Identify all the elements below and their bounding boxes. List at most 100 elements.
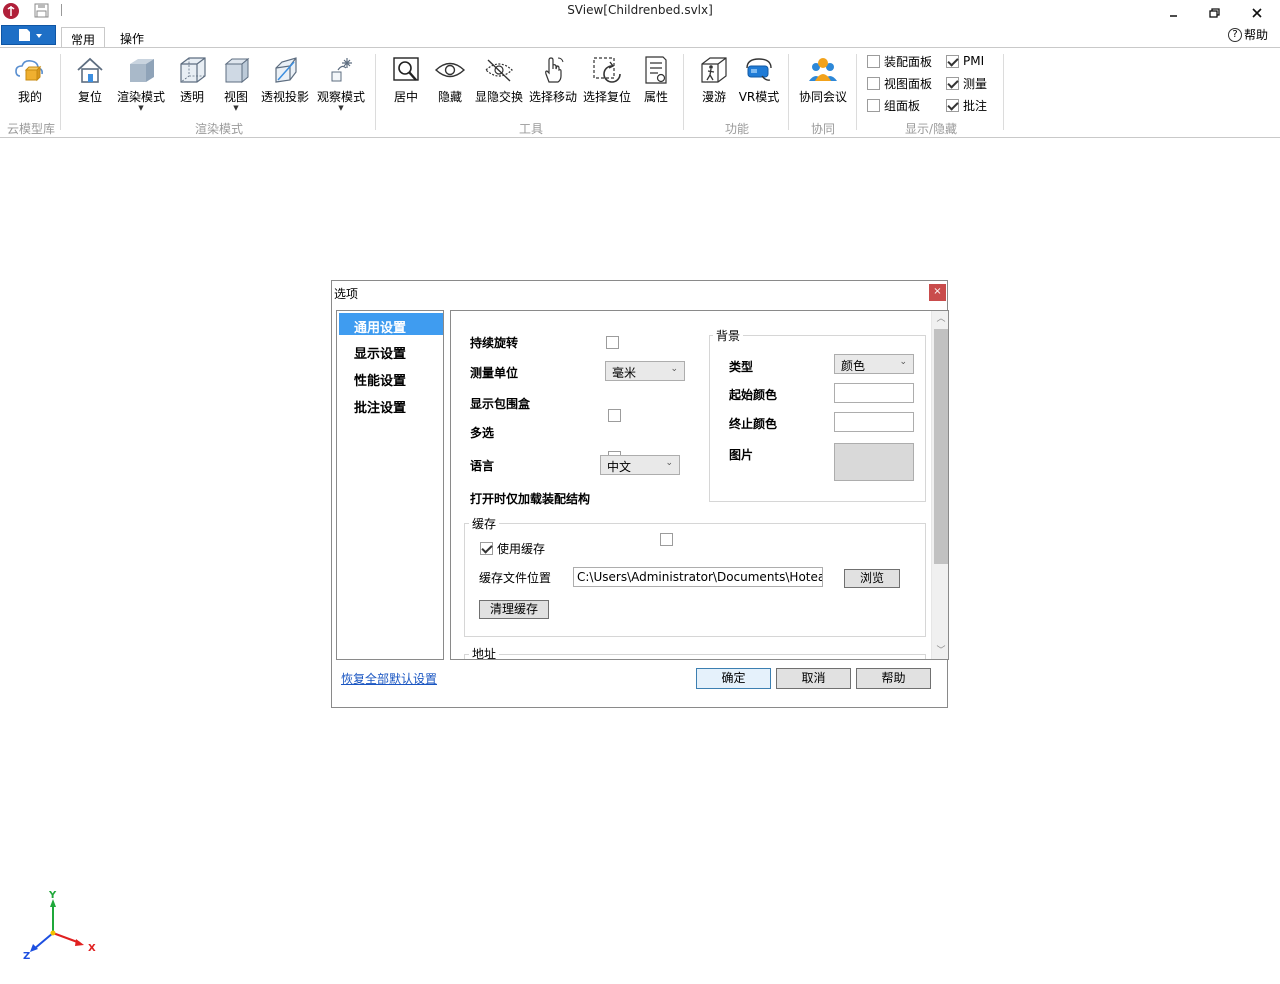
observe-mode-button[interactable]: 观察模式 ▼ [314,54,368,114]
nav-display-settings[interactable]: 显示设置 [339,339,443,362]
view-button[interactable]: 视图 ▼ [214,54,258,114]
checkbox[interactable] [867,54,880,68]
render-mode-button[interactable]: 渲染模式 ▼ [114,54,168,114]
nav-general-settings[interactable]: 通用设置 [339,313,443,336]
checkbox-checked[interactable] [946,98,959,112]
select-reset-button[interactable]: 选择复位 [580,54,634,114]
properties-icon [645,56,667,84]
use-cache-toggle[interactable]: 使用缓存 [480,540,545,556]
measure-unit-value: 毫米 [612,366,637,380]
ribbon-button-label: 视图 [223,90,248,104]
select-move-button[interactable]: 选择移动 [526,54,580,114]
ok-button[interactable]: 确定 [696,668,771,689]
axis-z-label: Z [23,951,31,962]
checkbox-checked[interactable] [946,76,959,90]
transparent-button[interactable]: 透明 [170,54,214,114]
perspective-icon [275,57,297,83]
minimize-button[interactable] [1160,4,1188,22]
toggle-annotation[interactable]: 批注 [946,97,987,113]
tab-operations[interactable]: 操作 [111,27,153,48]
options-dialog: 选项 × 通用设置 显示设置 性能设置 批注设置 持续旋转 测量单位 毫米 ⌄ … [331,280,949,708]
ribbon-button-label: 协同会议 [798,90,847,104]
restore-button[interactable] [1200,4,1228,22]
language-select[interactable]: 中文 ⌄ [600,455,680,475]
ribbon-button-label: 隐藏 [437,90,462,104]
browse-button[interactable]: 浏览 [844,569,900,588]
group-label-collab: 协同 [810,122,835,136]
toggle-label: 组面板 [884,98,921,113]
toggle-group-panel[interactable]: 组面板 [867,97,920,113]
toggle-view-panel[interactable]: 视图面板 [867,75,932,91]
show-bbox-checkbox[interactable] [608,409,621,422]
hide-button[interactable]: 隐藏 [428,54,472,114]
dialog-close-button[interactable]: × [929,284,946,301]
vr-headset-icon [746,58,772,81]
nav-performance-settings[interactable]: 性能设置 [339,366,443,389]
my-cloud-button[interactable]: 我的 [6,54,54,114]
dropdown-caret-icon[interactable]: ▼ [214,105,258,112]
help-question-icon: ? [1227,27,1242,42]
observe-mode-icon [331,58,352,82]
scroll-up-arrow-icon[interactable]: ︿ [932,311,948,327]
bg-start-color-label: 起始颜色 [729,388,778,402]
measure-unit-select[interactable]: 毫米 ⌄ [605,361,685,381]
ribbon-button-label: 选择移动 [528,90,577,104]
toggle-measure[interactable]: 测量 [946,75,987,91]
properties-button[interactable]: 属性 [634,54,678,114]
eye-swap-icon [485,59,513,82]
checkbox[interactable] [867,76,880,90]
select-reset-icon [593,57,621,83]
meeting-users-icon [809,58,837,81]
bg-start-color-swatch[interactable] [834,383,914,403]
multi-select-label: 多选 [470,426,495,440]
vertical-scrollbar[interactable]: ︿ ﹀ [931,311,948,659]
toggle-label: 视图面板 [884,76,933,91]
bg-end-color-swatch[interactable] [834,412,914,432]
chevron-down-icon: ⌄ [665,458,673,468]
dialog-help-button[interactable]: 帮助 [856,668,931,689]
cache-legend: 缓存 [469,515,500,532]
tab-common[interactable]: 常用 [61,27,106,49]
scroll-thumb[interactable] [934,329,948,564]
file-menu-button[interactable] [1,25,56,45]
bg-type-label: 类型 [729,360,754,374]
close-button[interactable] [1243,4,1271,22]
group-divider [1003,54,1004,130]
center-button[interactable]: 居中 [384,54,428,114]
cancel-button[interactable]: 取消 [776,668,851,689]
help-link[interactable]: ? 帮助 [1227,26,1268,43]
group-label-render: 渲染模式 [194,122,243,136]
language-label: 语言 [470,459,495,473]
toggle-label: 装配面板 [884,54,933,69]
checkbox-checked[interactable] [946,54,959,68]
show-bbox-label: 显示包围盒 [470,397,531,411]
bg-image-label: 图片 [729,448,754,462]
dropdown-caret-icon[interactable]: ▼ [114,105,168,112]
file-doc-icon [19,29,42,41]
axis-triad: Y X Z [18,885,108,973]
visibility-swap-button[interactable]: 显隐交换 [472,54,526,114]
meeting-button[interactable]: 协同会议 [796,54,850,114]
eye-icon [434,62,466,78]
use-cache-checkbox[interactable] [480,541,493,555]
bg-end-color-label: 终止颜色 [729,417,778,431]
walkthrough-button[interactable]: 漫游 [692,54,736,114]
nav-annotation-settings[interactable]: 批注设置 [339,393,443,416]
bg-type-value: 颜色 [841,359,866,373]
perspective-button[interactable]: 透视投影 [258,54,312,114]
toggle-pmi[interactable]: PMI [946,53,984,69]
reset-button[interactable]: 复位 [68,54,112,114]
cache-location-input[interactable]: C:\Users\Administrator\Documents\Hotear [573,567,823,587]
dropdown-caret-icon[interactable]: ▼ [314,105,368,112]
vr-mode-button[interactable]: VR模式 [736,54,782,114]
bg-type-select[interactable]: 颜色 ⌄ [834,354,914,374]
bg-image-preview[interactable] [834,443,914,481]
ribbon-button-label: 选择复位 [582,90,631,104]
clear-cache-button[interactable]: 清理缓存 [479,600,549,619]
restore-defaults-link[interactable]: 恢复全部默认设置 [341,670,437,687]
toggle-assembly-panel[interactable]: 装配面板 [867,53,932,69]
continuous-rotation-checkbox[interactable] [606,336,619,349]
checkbox[interactable] [867,98,880,112]
ribbon-button-label: 居中 [393,90,418,104]
scroll-down-arrow-icon[interactable]: ﹀ [932,643,948,659]
